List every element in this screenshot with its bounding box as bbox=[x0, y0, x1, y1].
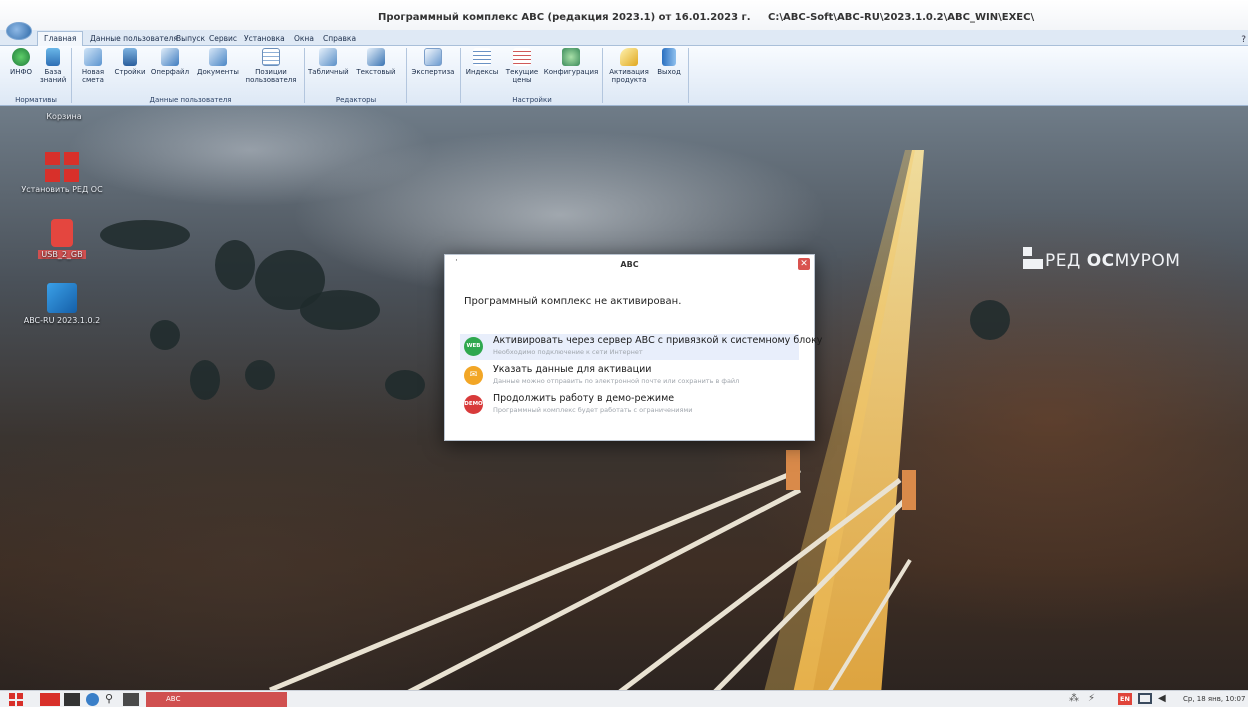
desktop-icon-install-redos[interactable]: Установить РЕД ОС bbox=[14, 152, 110, 194]
key-icon bbox=[620, 48, 638, 66]
option-title: Продолжить работу в демо-режиме bbox=[493, 393, 675, 404]
volume-icon[interactable]: ◀ bbox=[1158, 693, 1170, 706]
file-manager-icon[interactable] bbox=[40, 693, 60, 706]
start-menu-icon[interactable] bbox=[9, 693, 23, 706]
group-settings-label: Настройки bbox=[512, 96, 552, 104]
option-title: Указать данные для активации bbox=[493, 364, 652, 375]
taskbar: ⚲ АВС ⁂ ⚡ EN ◀ Ср, 18 янв, 10:07 bbox=[0, 690, 1248, 707]
documents-button[interactable]: Документы bbox=[195, 48, 241, 76]
table-icon bbox=[262, 48, 280, 66]
taskbar-item-abc[interactable]: АВС bbox=[146, 692, 287, 707]
option-subtitle: Данные можно отправить по электронной по… bbox=[493, 377, 740, 385]
ribbon-tabs: Главная Данные пользователя Выпуск Серви… bbox=[0, 30, 1248, 47]
operfile-icon bbox=[161, 48, 179, 66]
option-subtitle: Программный комплекс будет работать с ог… bbox=[493, 406, 693, 414]
configuration-button[interactable]: Конфигурация bbox=[542, 48, 600, 76]
operfile-button[interactable]: Оперфайл bbox=[150, 48, 190, 76]
ribbon-panel: ИНФО База знаний Нормативы Новая смета С… bbox=[0, 46, 1248, 106]
configuration-icon bbox=[562, 48, 580, 66]
desktop-icon-usb[interactable]: USB_2_GB bbox=[32, 219, 92, 259]
activation-dialog: · АВС ✕ Программный комплекс не активиро… bbox=[444, 254, 822, 441]
prices-icon bbox=[513, 48, 531, 66]
dialog-message: Программный комплекс не активирован. bbox=[464, 296, 682, 307]
activation-button[interactable]: Активация продукта bbox=[606, 48, 652, 84]
clock[interactable]: Ср, 18 янв, 10:07 bbox=[1183, 695, 1245, 703]
redos-wallpaper-logo: РЕД ОСМУРОМ bbox=[1023, 247, 1180, 271]
text-editor-icon bbox=[367, 48, 385, 66]
trash-label: Корзина bbox=[46, 112, 82, 121]
group-separator bbox=[406, 48, 407, 103]
display-icon[interactable] bbox=[1138, 693, 1152, 704]
indices-button[interactable]: Индексы bbox=[464, 48, 500, 76]
help-icon[interactable]: ? bbox=[1241, 35, 1246, 45]
group-separator bbox=[71, 48, 72, 103]
usb-label: USB_2_GB bbox=[38, 250, 86, 259]
desktop-icon-abc-ru[interactable]: ABC-RU 2023.1.0.2 bbox=[14, 283, 110, 325]
search-icon[interactable]: ⚲ bbox=[105, 693, 117, 706]
constructions-button[interactable]: Стройки bbox=[112, 48, 148, 76]
buildings-icon bbox=[123, 48, 137, 66]
web-badge-icon: WEB bbox=[464, 337, 483, 356]
app-menu-button[interactable] bbox=[6, 22, 32, 40]
activate-via-server-option[interactable]: WEB Активировать через сервер АВС с прив… bbox=[460, 334, 822, 360]
redos-install-icon bbox=[45, 152, 79, 182]
group-separator bbox=[304, 48, 305, 103]
network-icon[interactable]: ⁂ bbox=[1069, 693, 1083, 706]
tab-output[interactable]: Выпуск bbox=[176, 32, 205, 46]
info-icon bbox=[12, 48, 30, 66]
install-redos-label: Установить РЕД ОС bbox=[21, 185, 103, 194]
knowledge-base-button[interactable]: База знаний bbox=[40, 48, 66, 84]
expertise-button[interactable]: Экспертиза bbox=[410, 48, 456, 76]
group-separator bbox=[688, 48, 689, 103]
table-editor-icon bbox=[319, 48, 337, 66]
window-title: Программный комплекс АВС (редакция 2023.… bbox=[378, 12, 751, 23]
window-titlebar: Программный комплекс АВС (редакция 2023.… bbox=[0, 0, 1248, 30]
group-editors-label: Редакторы bbox=[335, 96, 377, 104]
window-path: C:\ABC-Soft\ABC-RU\2023.1.0.2\ABC_WIN\EX… bbox=[768, 12, 1035, 23]
abc-ru-label: ABC-RU 2023.1.0.2 bbox=[23, 316, 101, 325]
option-title: Активировать через сервер АВС с привязко… bbox=[493, 335, 823, 346]
user-positions-button[interactable]: Позиции пользователя bbox=[244, 48, 298, 84]
dialog-header: · АВС ✕ bbox=[445, 255, 814, 274]
desktop-show-icon[interactable] bbox=[123, 693, 139, 706]
tab-home[interactable]: Главная bbox=[37, 31, 84, 47]
database-icon bbox=[46, 48, 60, 66]
usb-drive-icon bbox=[51, 219, 73, 247]
documents-icon bbox=[209, 48, 227, 66]
desktop-icon-trash[interactable]: Корзина bbox=[32, 112, 96, 121]
abc-ru-app-icon bbox=[47, 283, 77, 313]
new-estimate-icon bbox=[84, 48, 102, 66]
tab-help[interactable]: Справка bbox=[323, 32, 356, 46]
current-prices-button[interactable]: Текущие цены bbox=[503, 48, 541, 84]
keyboard-layout-indicator[interactable]: EN bbox=[1118, 693, 1132, 705]
group-separator bbox=[602, 48, 603, 103]
envelope-icon: ✉ bbox=[464, 366, 483, 385]
tab-service[interactable]: Сервис bbox=[209, 32, 237, 46]
table-editor-button[interactable]: Табличный bbox=[308, 48, 349, 76]
tab-user-data[interactable]: Данные пользователя bbox=[90, 32, 178, 46]
battery-icon[interactable]: ⚡ bbox=[1088, 693, 1102, 706]
text-editor-button[interactable]: Текстовый bbox=[352, 48, 400, 76]
group-user-data-label: Данные пользователя bbox=[149, 96, 232, 104]
indices-icon bbox=[473, 48, 491, 66]
terminal-icon[interactable] bbox=[64, 693, 80, 706]
dialog-title: АВС bbox=[620, 260, 639, 269]
tab-install[interactable]: Установка bbox=[244, 32, 285, 46]
expertise-icon bbox=[424, 48, 442, 66]
browser-icon[interactable] bbox=[86, 693, 99, 706]
group-normatives-label: Нормативы bbox=[15, 96, 57, 104]
demo-badge-icon: DEMO bbox=[464, 395, 483, 414]
dialog-close-button[interactable]: ✕ bbox=[798, 258, 810, 270]
exit-door-icon bbox=[662, 48, 676, 66]
tab-windows[interactable]: Окна bbox=[294, 32, 314, 46]
option-subtitle: Необходимо подключение к сети Интернет bbox=[493, 348, 643, 356]
exit-button[interactable]: Выход bbox=[654, 48, 684, 76]
redos-logo-icon bbox=[1023, 247, 1043, 269]
new-estimate-button[interactable]: Новая смета bbox=[78, 48, 108, 84]
enter-activation-data-option[interactable]: ✉ Указать данные для активации Данные мо… bbox=[460, 363, 799, 389]
demo-mode-option[interactable]: DEMO Продолжить работу в демо-режиме Про… bbox=[460, 392, 799, 418]
group-separator bbox=[460, 48, 461, 103]
info-button[interactable]: ИНФО bbox=[4, 48, 38, 76]
